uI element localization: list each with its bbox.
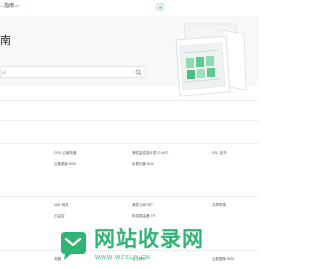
product-link[interactable]: GPU 云服务器 <box>54 151 77 156</box>
product-link[interactable]: 云数据库 RDS <box>54 162 76 167</box>
product-link[interactable]: 弹性高性能计算 E-HPC <box>132 151 168 156</box>
watermark-url: WWW.WZSLW.CN <box>95 255 151 261</box>
search-input[interactable]: 词 <box>0 66 146 78</box>
row-divider <box>0 120 259 121</box>
watermark: 网站收录网 WWW.WZSLW.CN <box>56 227 256 267</box>
search-icon[interactable] <box>135 69 142 76</box>
page-title: 南 <box>0 35 11 47</box>
top-bar-title[interactable]: ...指南 <box>0 2 14 10</box>
top-bar: ...指南 v2 <box>0 0 259 16</box>
hero-banner: 南 词 <box>0 16 259 97</box>
product-link[interactable]: 共享带宽 <box>212 203 226 208</box>
search-placeholder: 词 <box>2 70 6 75</box>
product-link[interactable]: 弹性公网 EIP <box>132 203 153 208</box>
top-bar-badge: v2 <box>15 3 20 8</box>
row-divider <box>0 143 259 144</box>
row-divider <box>0 100 259 101</box>
product-link[interactable]: 转发路由器 TR <box>132 214 155 219</box>
product-link[interactable]: 云监控 <box>54 214 65 219</box>
row-divider <box>0 196 259 197</box>
server-illustration <box>175 23 247 97</box>
product-link[interactable]: NAT 网关 <box>54 203 69 208</box>
logo-icon[interactable] <box>156 3 164 11</box>
product-link[interactable]: 负载均衡 SLB <box>132 162 154 167</box>
watermark-text: 网站收录网 <box>94 228 204 251</box>
chat-bubble-icon <box>61 232 86 260</box>
product-link[interactable]: SSL 证书 <box>212 151 226 156</box>
